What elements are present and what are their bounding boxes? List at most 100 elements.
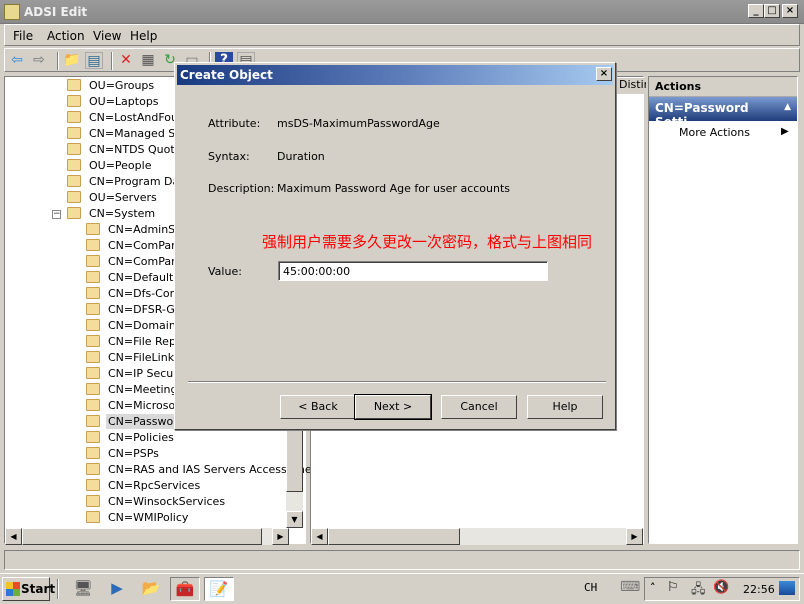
scroll-left-button[interactable]: ◀ — [311, 528, 328, 545]
tree-item-label: OU=People — [89, 159, 152, 172]
tree-item[interactable]: CN=Password — [86, 414, 187, 431]
tree-item[interactable]: CN=RpcServices — [86, 479, 202, 495]
folder-icon — [86, 495, 100, 507]
folder-icon — [67, 127, 81, 139]
tree-item-label: CN=Policies — [108, 431, 174, 444]
tree-item[interactable]: OU=People — [67, 159, 153, 175]
tree-item[interactable]: CN=NTDS Quotas — [67, 143, 189, 159]
properties-icon[interactable]: ▦ — [139, 52, 157, 69]
tree-item[interactable]: CN=FileLinks — [86, 351, 182, 367]
tree-item[interactable]: OU=Servers — [67, 191, 159, 207]
tree-item-label: OU=Servers — [89, 191, 157, 204]
action-center-flag-icon[interactable]: ⚐ — [667, 580, 679, 595]
tree-horizontal-scroll-thumb[interactable] — [22, 528, 262, 545]
folder-icon — [86, 383, 100, 395]
folder-icon — [67, 79, 81, 91]
menu-action[interactable]: Action — [47, 29, 85, 43]
scroll-down-button[interactable]: ▼ — [286, 511, 303, 528]
dialog-close-button[interactable]: × — [596, 67, 612, 81]
start-button[interactable]: Start — [2, 577, 55, 601]
menu-view[interactable]: View — [93, 29, 121, 43]
details-horizontal-scroll-thumb[interactable] — [328, 528, 460, 545]
menu-file[interactable]: File — [13, 29, 33, 43]
minimize-button[interactable]: _ — [748, 4, 764, 18]
tree-item[interactable]: CN=Policies — [86, 431, 176, 447]
server-manager-icon[interactable]: 🖥 — [68, 577, 98, 601]
forward-arrow-icon[interactable]: ⇨ — [30, 52, 48, 69]
start-label: Start — [21, 582, 56, 596]
explorer-icon[interactable]: 📂 — [136, 577, 166, 601]
submenu-arrow-icon: ▶ — [781, 126, 789, 137]
next-button[interactable]: Next > — [354, 394, 432, 420]
language-indicator[interactable]: CH — [584, 581, 597, 594]
delete-icon[interactable]: ✕ — [117, 52, 135, 69]
actions-section-header[interactable]: CN=Password Setti... ▲ — [649, 97, 797, 129]
tree-item[interactable]: OU=Groups — [67, 79, 156, 95]
folder-icon — [86, 399, 100, 411]
adsi-edit-app-icon — [4, 4, 20, 20]
folder-icon — [86, 335, 100, 347]
maximize-button[interactable]: □ — [764, 4, 780, 18]
tree-item-label: CN=System — [89, 207, 156, 220]
show-hide-tree-icon[interactable]: ▤ — [85, 52, 103, 69]
tree-item-label: OU=Groups — [89, 79, 155, 92]
powershell-icon[interactable]: ▶ — [102, 577, 132, 601]
value-label: Value: — [208, 265, 242, 278]
folder-icon — [86, 351, 100, 363]
tree-item-label: OU=Laptops — [89, 95, 159, 108]
tree-item[interactable]: CN=Dfs-Confi — [86, 287, 185, 303]
network-icon[interactable]: 🖧 — [691, 580, 706, 602]
value-input[interactable] — [278, 261, 548, 281]
dialog-title: Create Object — [180, 68, 273, 82]
tree-item[interactable]: CN=PSPs — [86, 447, 161, 463]
tree-item[interactable]: CN=Default D — [86, 271, 187, 287]
syntax-label: Syntax: — [208, 150, 250, 163]
tree-item-label: CN=WinsockServices — [108, 495, 226, 508]
tree-item[interactable]: CN=WMIPolicy — [86, 511, 190, 527]
show-hidden-icons-button[interactable]: ˄ — [650, 581, 656, 594]
toolbar-separator — [111, 52, 113, 70]
tree-item[interactable]: CN=IP Securit — [86, 367, 187, 383]
back-arrow-icon[interactable]: ⇦ — [8, 52, 26, 69]
toolbar-separator — [57, 52, 59, 70]
tree-item[interactable]: OU=Laptops — [67, 95, 161, 111]
folder-icon — [86, 447, 100, 459]
syntax-value: Duration — [277, 150, 325, 163]
up-folder-icon[interactable]: 📁 — [63, 52, 81, 69]
tree-item-label: CN=WMIPolicy — [108, 511, 189, 524]
taskbar: Start 🖥 ▶ 📂 🧰 📝 CH ⌨ ˄ ⚐ 🖧 🔇 22:56 — [0, 573, 804, 604]
tree-item[interactable]: CN=WinsockServices — [86, 495, 227, 511]
tree-item[interactable]: − CN=System — [52, 207, 157, 223]
actions-header: Actions — [649, 77, 797, 97]
dialog-title-bar: Create Object × — [177, 65, 613, 85]
show-desktop-icon[interactable] — [779, 581, 795, 595]
menu-help[interactable]: Help — [130, 29, 157, 43]
tree-item[interactable]: CN=Meetings — [86, 383, 185, 399]
adsi-edit-icon[interactable]: 📝 — [204, 577, 234, 601]
description-value: Maximum Password Age for user accounts — [277, 182, 511, 195]
column-header-distinguished-name[interactable]: Distin — [616, 78, 646, 94]
clock[interactable]: 22:56 — [743, 583, 775, 596]
menu-bar: File Action View Help — [4, 24, 800, 46]
scroll-left-button[interactable]: ◀ — [5, 528, 22, 545]
toolbox-icon[interactable]: 🧰 — [170, 577, 200, 601]
title-bar: ADSI Edit _ □ × — [0, 0, 804, 24]
scroll-right-button[interactable]: ▶ — [272, 528, 289, 545]
keyboard-icon[interactable]: ⌨ — [620, 579, 640, 595]
cancel-button[interactable]: Cancel — [441, 395, 517, 419]
more-actions-item[interactable]: More Actions — [679, 126, 750, 139]
close-button[interactable]: × — [782, 4, 798, 18]
tree-item[interactable]: CN=RAS and IAS Servers Access Che — [86, 463, 314, 479]
annotation-note: 强制用户需要多久更改一次密码，格式与上图相同 — [262, 233, 593, 251]
collapse-up-icon[interactable]: ▲ — [784, 102, 791, 112]
folder-icon — [86, 431, 100, 443]
tree-item-label: CN=RAS and IAS Servers Access Che — [108, 463, 312, 476]
volume-muted-icon[interactable]: 🔇 — [713, 580, 729, 595]
tree-item-label: CN=PSPs — [108, 447, 159, 460]
back-button[interactable]: < Back — [280, 395, 356, 419]
help-button[interactable]: Help — [527, 395, 603, 419]
scroll-right-button[interactable]: ▶ — [626, 528, 643, 545]
folder-icon — [86, 255, 100, 267]
folder-icon — [86, 319, 100, 331]
collapse-icon[interactable]: − — [52, 210, 61, 219]
